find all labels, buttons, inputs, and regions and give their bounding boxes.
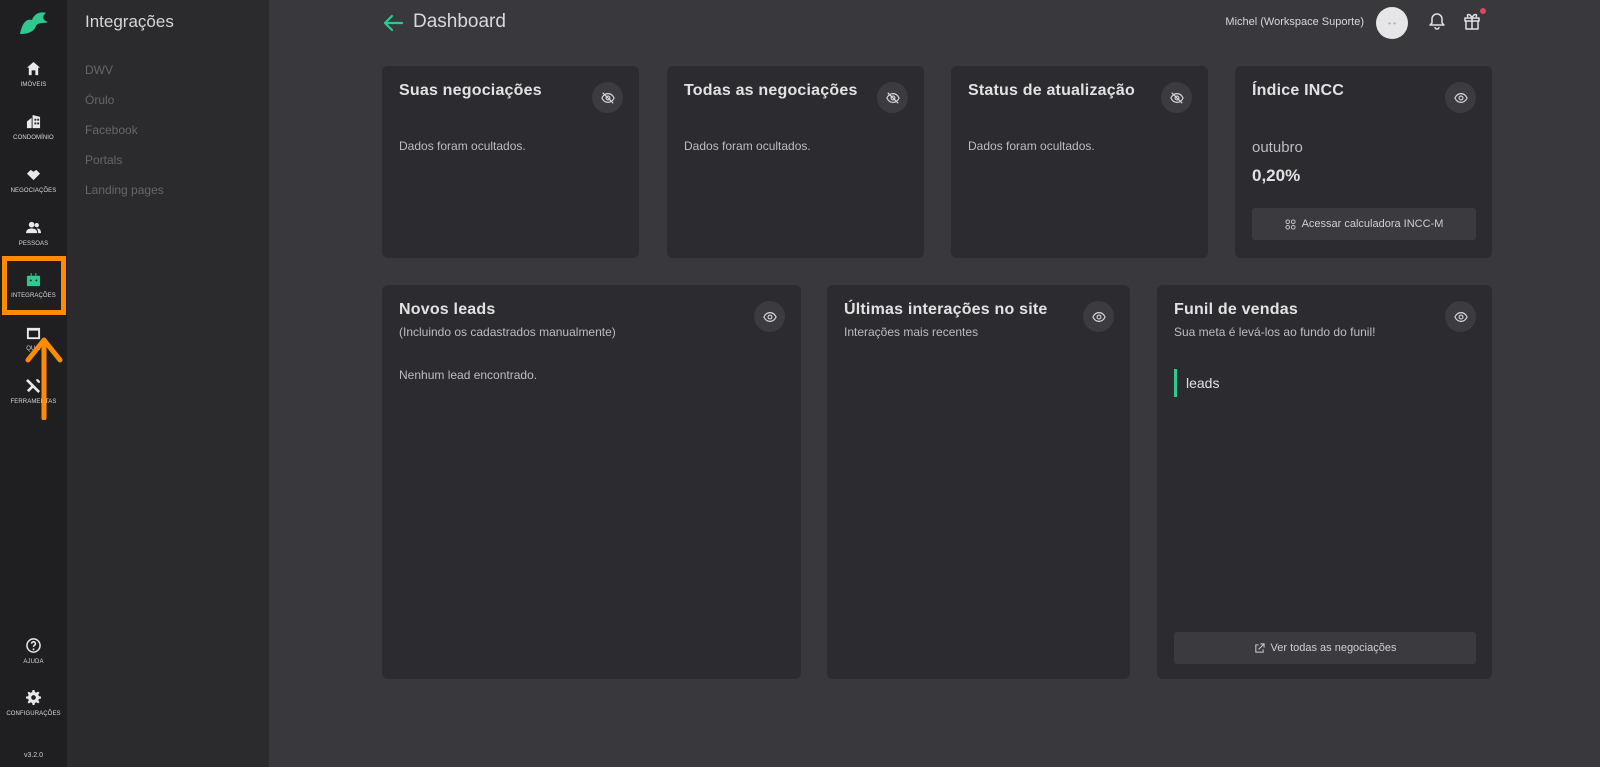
submenu-item-orulo[interactable]: Órulo [85, 93, 114, 107]
card-text: Dados foram ocultados. [968, 139, 1095, 153]
eye-off-button[interactable] [1161, 82, 1192, 113]
rail-label: IMÓVEIS [20, 82, 47, 88]
page-title: Dashboard [413, 11, 506, 32]
avatar[interactable]: • • [1376, 7, 1408, 39]
eye-icon [1091, 311, 1106, 322]
card-subtitle: Interações mais recentes [844, 325, 979, 339]
notification-dot [1480, 8, 1486, 14]
eye-off-icon [600, 91, 615, 104]
card-title: Suas negociações [399, 82, 542, 99]
integrations-submenu: Integrações DWV Órulo Facebook Portals L… [67, 0, 269, 767]
card-title: Status de atualização [968, 82, 1135, 99]
highlight-box [2, 256, 66, 315]
external-link-icon [1254, 642, 1265, 653]
submenu-title: Integrações [85, 12, 174, 31]
card-text: Dados foram ocultados. [684, 139, 811, 153]
funnel-stage-label[interactable]: leads [1186, 375, 1219, 391]
funnel-stage-bar [1174, 369, 1177, 397]
eye-icon [1453, 311, 1468, 322]
app-logo-icon[interactable] [18, 10, 50, 36]
card-status-atualizacao: Status de atualização Dados foram oculta… [951, 66, 1208, 258]
card-indice-incc: Índice INCC outubro 0,20% Acessar calcul… [1235, 66, 1492, 258]
annotation-arrow-icon [25, 337, 63, 420]
eye-button[interactable] [1083, 301, 1114, 332]
rail-label: PESSOAS [18, 241, 49, 247]
card-title: Funil de vendas [1174, 301, 1298, 318]
incc-calculator-button[interactable]: Acessar calculadora INCC-M [1252, 208, 1476, 240]
home-icon [26, 61, 41, 76]
back-arrow-icon[interactable] [382, 12, 404, 34]
ver-negociacoes-button[interactable]: Ver todas as negociações [1174, 632, 1476, 664]
submenu-item-dwv[interactable]: DWV [85, 63, 113, 77]
gear-icon [26, 690, 41, 705]
button-label: Acessar calculadora INCC-M [1301, 218, 1444, 230]
rail-item-ajuda[interactable]: AJUDA [0, 638, 67, 688]
rail-label: NEGOCIAÇÕES [10, 188, 57, 194]
card-suas-negociacoes: Suas negociações Dados foram ocultados. [382, 66, 639, 258]
rail-label: CONDOMÍNIO [13, 135, 54, 141]
rail-item-imoveis[interactable]: IMÓVEIS [0, 61, 67, 111]
app-version: v3.2.0 [23, 752, 44, 759]
incc-month: outubro [1252, 139, 1303, 156]
rail-label: AJUDA [23, 659, 44, 665]
building-icon [26, 114, 41, 129]
card-title: Todas as negociações [684, 82, 858, 99]
card-title: Novos leads [399, 301, 496, 318]
eye-button[interactable] [1445, 82, 1476, 113]
rail-item-configuracoes[interactable]: CONFIGURAÇÕES [0, 690, 67, 740]
submenu-item-landing-pages[interactable]: Landing pages [85, 183, 164, 197]
eye-icon [1453, 92, 1468, 103]
user-name[interactable]: Michel (Workspace Suporte) [1225, 16, 1364, 28]
help-icon [26, 638, 41, 653]
eye-off-icon [885, 91, 900, 104]
eye-button[interactable] [754, 301, 785, 332]
card-subtitle: (Incluindo os cadastrados manualmente) [399, 325, 616, 339]
card-subtitle: Sua meta é levá-los ao fundo do funil! [1174, 325, 1376, 339]
bell-icon[interactable] [1428, 12, 1446, 30]
submenu-item-portals[interactable]: Portals [85, 153, 122, 167]
eye-off-icon [1169, 91, 1184, 104]
card-todas-negociacoes: Todas as negociações Dados foram ocultad… [667, 66, 924, 258]
submenu-item-facebook[interactable]: Facebook [85, 123, 138, 137]
rail-item-condominio[interactable]: CONDOMÍNIO [0, 114, 67, 164]
people-icon [26, 221, 41, 234]
button-label: Ver todas as negociações [1270, 642, 1397, 654]
eye-off-button[interactable] [877, 82, 908, 113]
grid-icon [1285, 218, 1296, 230]
eye-icon [762, 311, 777, 322]
rail-item-negociacoes[interactable]: NEGOCIAÇÕES [0, 167, 67, 217]
eye-button[interactable] [1445, 301, 1476, 332]
incc-value: 0,20% [1252, 166, 1301, 185]
card-title: Últimas interações no site [844, 301, 1048, 318]
card-text: Nenhum lead encontrado. [399, 368, 538, 382]
card-title: Índice INCC [1252, 82, 1344, 99]
card-text: Dados foram ocultados. [399, 139, 526, 153]
card-novos-leads: Novos leads (Incluindo os cadastrados ma… [382, 285, 801, 679]
gift-icon[interactable] [1463, 11, 1481, 30]
rail-label: CONFIGURAÇÕES [6, 711, 61, 717]
eye-off-button[interactable] [592, 82, 623, 113]
card-ultimas-interacoes: Últimas interações no site Interações ma… [827, 285, 1130, 679]
handshake-icon [26, 169, 41, 181]
card-funil-vendas: Funil de vendas Sua meta é levá-los ao f… [1157, 285, 1492, 679]
